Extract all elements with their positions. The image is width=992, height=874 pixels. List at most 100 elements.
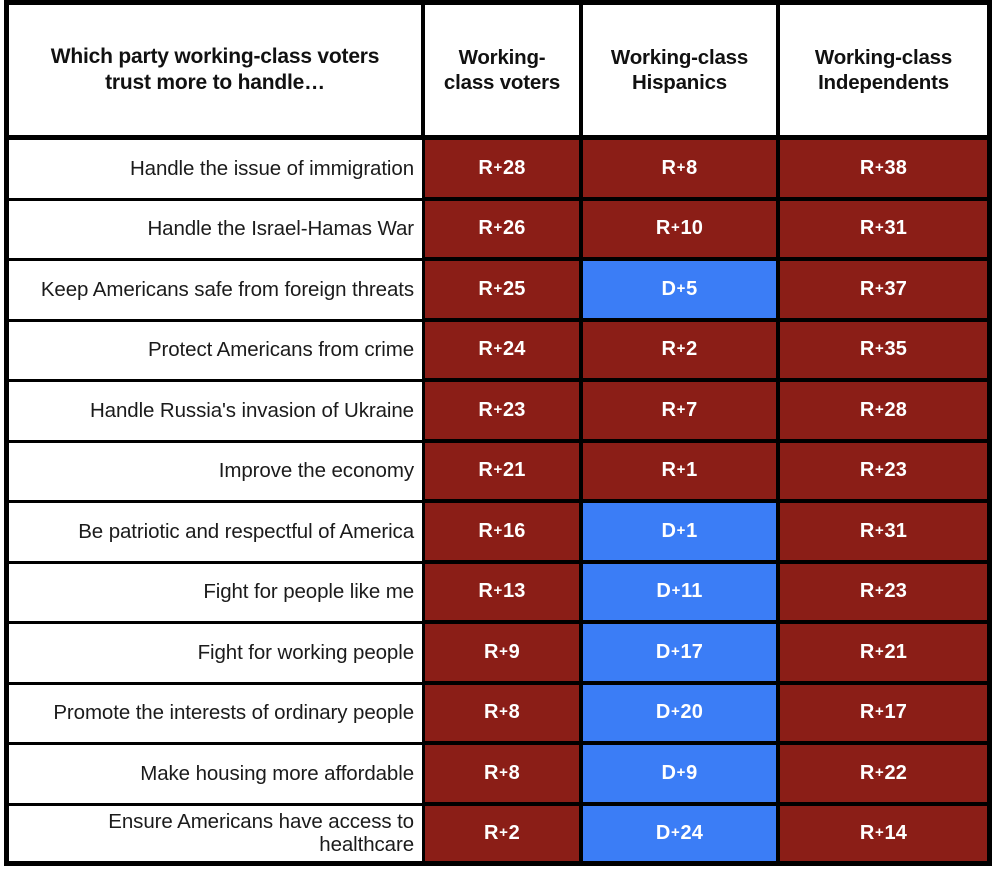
margin-value: R+1 <box>661 459 698 482</box>
margin-cell-democrat: D+11 <box>583 563 780 624</box>
margin-cell-republican: R+25 <box>425 261 583 322</box>
plus-sign-icon: + <box>493 582 503 600</box>
plus-sign-icon: + <box>493 461 503 479</box>
margin-cell-republican: R+35 <box>780 321 992 382</box>
plus-sign-icon: + <box>676 279 686 297</box>
plus-sign-icon: + <box>676 461 686 479</box>
poll-table-container: Which party working-class voters trust m… <box>0 0 992 874</box>
plus-sign-icon: + <box>671 823 680 841</box>
plus-sign-icon: + <box>671 642 680 660</box>
margin-cell-republican: R+16 <box>425 503 583 564</box>
margin-value: R+23 <box>859 459 908 482</box>
table-row: Handle Russia's invasion of Ukraine R+23 R… <box>4 382 992 443</box>
plus-sign-icon: + <box>676 400 686 418</box>
plus-sign-icon: + <box>493 219 503 237</box>
margin-cell-democrat: D+20 <box>583 684 780 745</box>
plus-sign-icon: + <box>499 642 509 660</box>
margin-cell-democrat: D+1 <box>583 503 780 564</box>
margin-value: R+25 <box>478 277 526 300</box>
margin-cell-republican: R+23 <box>425 382 583 443</box>
row-issue-label: Fight for people like me <box>4 563 425 624</box>
margin-value: R+23 <box>478 398 526 421</box>
plus-sign-icon: + <box>493 400 503 418</box>
plus-sign-icon: + <box>875 340 884 358</box>
row-issue-label: Make housing more affordable <box>4 745 425 806</box>
row-issue-label: Handle Russia's invasion of Ukraine <box>4 382 425 443</box>
plus-sign-icon: + <box>499 763 509 781</box>
margin-value: R+35 <box>859 338 908 361</box>
margin-value: R+22 <box>859 761 908 784</box>
margin-cell-republican: R+14 <box>780 805 992 866</box>
plus-sign-icon: + <box>875 763 884 781</box>
table-row: Be patriotic and respectful of America R+… <box>4 503 992 564</box>
margin-value: R+37 <box>859 277 908 300</box>
margin-value: D+17 <box>655 640 704 663</box>
table-body: Handle the issue of immigration R+28 R+8 R+… <box>4 140 992 866</box>
margin-cell-republican: R+24 <box>425 321 583 382</box>
margin-cell-republican: R+2 <box>425 805 583 866</box>
margin-value: R+9 <box>484 640 520 663</box>
margin-value: R+28 <box>859 398 908 421</box>
table-row: Fight for working people R+9 D+17 R+21 <box>4 624 992 685</box>
margin-cell-republican: R+21 <box>425 442 583 503</box>
margin-value: D+1 <box>661 519 698 542</box>
margin-value: D+11 <box>656 580 703 603</box>
row-issue-label: Keep Americans safe from foreign threats <box>4 261 425 322</box>
margin-cell-republican: R+28 <box>425 140 583 201</box>
plus-sign-icon: + <box>493 279 503 297</box>
margin-value: R+16 <box>478 519 526 542</box>
margin-cell-republican: R+17 <box>780 684 992 745</box>
margin-value: R+31 <box>859 217 908 240</box>
margin-value: R+7 <box>661 398 698 421</box>
plus-sign-icon: + <box>499 823 509 841</box>
table-row: Ensure Americans have access to healthca… <box>4 805 992 866</box>
margin-cell-republican: R+1 <box>583 442 780 503</box>
margin-cell-republican: R+38 <box>780 140 992 201</box>
plus-sign-icon: + <box>493 158 503 176</box>
margin-cell-republican: R+31 <box>780 200 992 261</box>
margin-value: R+26 <box>478 217 526 240</box>
margin-cell-democrat: D+24 <box>583 805 780 866</box>
margin-cell-republican: R+23 <box>780 563 992 624</box>
margin-value: R+8 <box>484 701 520 724</box>
table-row: Protect Americans from crime R+24 R+2 R+35 <box>4 321 992 382</box>
table-row: Fight for people like me R+13 D+11 R+23 <box>4 563 992 624</box>
header-column-working-class-independents: Working-class Independents <box>780 0 992 140</box>
margin-cell-republican: R+8 <box>425 684 583 745</box>
margin-cell-republican: R+10 <box>583 200 780 261</box>
header-column-working-class-hispanics: Working-class Hispanics <box>583 0 780 140</box>
margin-value: D+24 <box>655 821 704 844</box>
margin-cell-republican: R+23 <box>780 442 992 503</box>
plus-sign-icon: + <box>875 582 884 600</box>
row-issue-label: Improve the economy <box>4 442 425 503</box>
row-issue-label: Handle the Israel-Hamas War <box>4 200 425 261</box>
margin-value: R+31 <box>859 519 908 542</box>
plus-sign-icon: + <box>676 340 686 358</box>
margin-value: R+14 <box>859 821 908 844</box>
margin-cell-republican: R+9 <box>425 624 583 685</box>
row-issue-label: Be patriotic and respectful of America <box>4 503 425 564</box>
plus-sign-icon: + <box>875 158 884 176</box>
plus-sign-icon: + <box>671 219 680 237</box>
header-column-working-class-voters: Working-class voters <box>425 0 583 140</box>
margin-cell-republican: R+26 <box>425 200 583 261</box>
margin-cell-republican: R+28 <box>780 382 992 443</box>
margin-cell-democrat: D+17 <box>583 624 780 685</box>
plus-sign-icon: + <box>671 582 681 600</box>
header-row: Which party working-class voters trust m… <box>4 0 992 140</box>
margin-value: R+28 <box>478 156 526 179</box>
margin-cell-democrat: D+5 <box>583 261 780 322</box>
plus-sign-icon: + <box>493 340 503 358</box>
margin-value: R+2 <box>661 338 698 361</box>
table-row: Make housing more affordable R+8 D+9 R+22 <box>4 745 992 806</box>
margin-value: D+20 <box>655 701 704 724</box>
row-issue-label: Protect Americans from crime <box>4 321 425 382</box>
table-row: Keep Americans safe from foreign threats… <box>4 261 992 322</box>
margin-cell-republican: R+2 <box>583 321 780 382</box>
margin-value: R+21 <box>859 640 908 663</box>
margin-cell-republican: R+8 <box>425 745 583 806</box>
margin-value: R+23 <box>859 580 908 603</box>
table-row: Handle the issue of immigration R+28 R+8 R+… <box>4 140 992 201</box>
margin-cell-republican: R+8 <box>583 140 780 201</box>
plus-sign-icon: + <box>875 279 884 297</box>
